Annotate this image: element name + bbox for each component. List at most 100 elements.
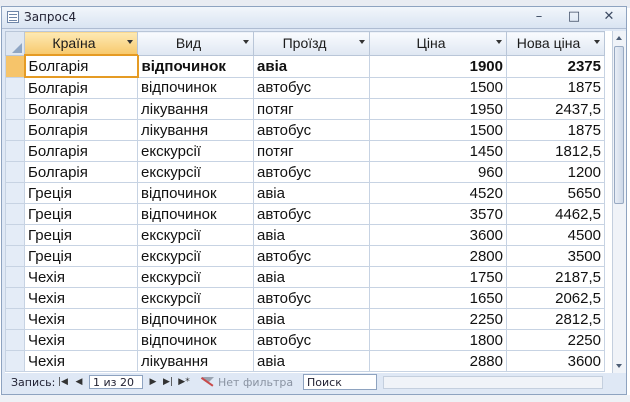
table-row[interactable]: Греція екскурсії авіа 3600 4500 bbox=[5, 224, 605, 246]
column-header-4[interactable]: Ціна bbox=[369, 31, 507, 56]
table-cell[interactable]: 1750 bbox=[369, 266, 507, 288]
vertical-scrollbar[interactable] bbox=[612, 31, 626, 373]
table-cell[interactable]: авіа bbox=[253, 224, 370, 246]
new-record-icon[interactable]: ▶* bbox=[178, 376, 190, 389]
scroll-down-button[interactable] bbox=[613, 359, 626, 373]
last-record-icon[interactable]: ▶| bbox=[162, 376, 174, 389]
row-selector[interactable] bbox=[5, 98, 25, 120]
table-cell[interactable]: авіа bbox=[253, 54, 370, 78]
table-cell[interactable]: 1650 bbox=[369, 287, 507, 309]
minimize-button[interactable]: – bbox=[528, 9, 550, 25]
table-row[interactable]: Чехія екскурсії автобус 1650 2062,5 bbox=[5, 287, 605, 309]
close-button[interactable]: ✕ bbox=[598, 9, 620, 25]
table-cell[interactable]: 4520 bbox=[369, 182, 507, 204]
table-cell[interactable]: 3500 bbox=[506, 245, 605, 267]
table-row[interactable]: Греція екскурсії автобус 2800 3500 bbox=[5, 245, 605, 267]
table-row[interactable]: Греція відпочинок автобус 3570 4462,5 bbox=[5, 203, 605, 225]
table-cell[interactable]: екскурсії bbox=[137, 287, 254, 309]
table-cell[interactable]: Болгарія bbox=[23, 54, 139, 78]
table-cell[interactable]: 1500 bbox=[369, 76, 507, 99]
table-cell[interactable]: 1950 bbox=[369, 98, 507, 120]
table-cell[interactable]: 1200 bbox=[506, 161, 605, 183]
table-cell[interactable]: Болгарія bbox=[24, 76, 138, 99]
table-cell[interactable]: лікування bbox=[137, 119, 254, 141]
table-cell[interactable]: відпочинок bbox=[137, 182, 254, 204]
table-cell[interactable]: 2062,5 bbox=[506, 287, 605, 309]
row-selector[interactable] bbox=[5, 119, 25, 141]
table-cell[interactable]: відпочинок bbox=[137, 76, 254, 99]
table-cell[interactable]: екскурсії bbox=[137, 245, 254, 267]
table-row[interactable]: Болгарія відпочинок авіа 1900 2375 bbox=[5, 54, 605, 78]
column-dropdown-icon[interactable] bbox=[127, 40, 133, 44]
table-cell[interactable]: екскурсії bbox=[137, 140, 254, 162]
column-header-1[interactable]: Країна bbox=[24, 31, 138, 56]
table-cell[interactable]: відпочинок bbox=[137, 54, 254, 78]
table-cell[interactable]: Греція bbox=[24, 224, 138, 246]
table-cell[interactable]: Греція bbox=[24, 245, 138, 267]
table-cell[interactable]: авіа bbox=[253, 182, 370, 204]
table-row[interactable]: Чехія відпочинок автобус 1800 2250 bbox=[5, 329, 605, 351]
row-selector[interactable] bbox=[5, 182, 25, 204]
table-row[interactable]: Болгарія екскурсії потяг 1450 1812,5 bbox=[5, 140, 605, 162]
column-dropdown-icon[interactable] bbox=[243, 40, 249, 44]
table-cell[interactable]: 4462,5 bbox=[506, 203, 605, 225]
row-selector[interactable] bbox=[5, 224, 25, 246]
table-cell[interactable]: 2250 bbox=[506, 329, 605, 351]
table-cell[interactable]: потяг bbox=[253, 140, 370, 162]
row-selector[interactable] bbox=[5, 266, 25, 288]
column-header-2[interactable]: Вид bbox=[137, 31, 254, 56]
first-record-icon[interactable]: |◀ bbox=[57, 376, 69, 389]
row-selector[interactable] bbox=[5, 140, 25, 162]
table-cell[interactable]: 4500 bbox=[506, 224, 605, 246]
table-cell[interactable]: 1812,5 bbox=[506, 140, 605, 162]
table-cell[interactable]: автобус bbox=[253, 287, 370, 309]
table-cell[interactable]: авіа bbox=[253, 350, 370, 372]
table-cell[interactable]: екскурсії bbox=[137, 161, 254, 183]
table-cell[interactable]: екскурсії bbox=[137, 224, 254, 246]
column-dropdown-icon[interactable] bbox=[594, 40, 600, 44]
table-cell[interactable]: потяг bbox=[253, 98, 370, 120]
table-cell[interactable]: 2375 bbox=[506, 54, 605, 78]
table-cell[interactable]: 1900 bbox=[369, 54, 507, 78]
table-row[interactable]: Болгарія лікування потяг 1950 2437,5 bbox=[5, 98, 605, 120]
table-cell[interactable]: автобус bbox=[253, 76, 370, 99]
table-cell[interactable]: 3600 bbox=[369, 224, 507, 246]
table-cell[interactable]: Болгарія bbox=[24, 161, 138, 183]
row-selector[interactable] bbox=[5, 287, 25, 309]
table-cell[interactable]: відпочинок bbox=[137, 203, 254, 225]
table-row[interactable]: Болгарія відпочинок автобус 1500 1875 bbox=[5, 76, 605, 99]
table-cell[interactable]: автобус bbox=[253, 161, 370, 183]
table-cell[interactable]: 2187,5 bbox=[506, 266, 605, 288]
table-cell[interactable]: автобус bbox=[253, 203, 370, 225]
table-cell[interactable]: Чехія bbox=[24, 308, 138, 330]
row-selector[interactable] bbox=[5, 308, 25, 330]
table-cell[interactable]: Чехія bbox=[24, 266, 138, 288]
table-cell[interactable]: Греція bbox=[24, 203, 138, 225]
table-cell[interactable]: 2437,5 bbox=[506, 98, 605, 120]
row-selector[interactable] bbox=[5, 54, 25, 78]
table-cell[interactable]: екскурсії bbox=[137, 266, 254, 288]
scroll-thumb[interactable] bbox=[614, 46, 624, 204]
horizontal-scrollbar[interactable] bbox=[383, 376, 603, 389]
select-all-corner[interactable] bbox=[5, 31, 25, 56]
filter-toggle-button[interactable]: Нет фильтра bbox=[202, 375, 297, 390]
table-cell[interactable]: 1800 bbox=[369, 329, 507, 351]
table-cell[interactable]: 2880 bbox=[369, 350, 507, 372]
table-cell[interactable]: 1500 bbox=[369, 119, 507, 141]
previous-record-icon[interactable]: ◀ bbox=[73, 376, 85, 389]
table-cell[interactable]: Болгарія bbox=[24, 140, 138, 162]
table-cell[interactable]: авіа bbox=[253, 266, 370, 288]
table-cell[interactable]: 5650 bbox=[506, 182, 605, 204]
table-cell[interactable]: Греція bbox=[24, 182, 138, 204]
table-cell[interactable]: 1875 bbox=[506, 76, 605, 99]
table-cell[interactable]: Чехія bbox=[24, 329, 138, 351]
row-selector[interactable] bbox=[5, 350, 25, 372]
table-cell[interactable]: 1875 bbox=[506, 119, 605, 141]
maximize-button[interactable]: □ bbox=[563, 9, 585, 25]
table-row[interactable]: Болгарія лікування автобус 1500 1875 bbox=[5, 119, 605, 141]
table-cell[interactable]: 960 bbox=[369, 161, 507, 183]
row-selector[interactable] bbox=[5, 329, 25, 351]
table-cell[interactable]: лікування bbox=[137, 350, 254, 372]
table-cell[interactable]: Чехія bbox=[24, 287, 138, 309]
row-selector[interactable] bbox=[5, 245, 25, 267]
